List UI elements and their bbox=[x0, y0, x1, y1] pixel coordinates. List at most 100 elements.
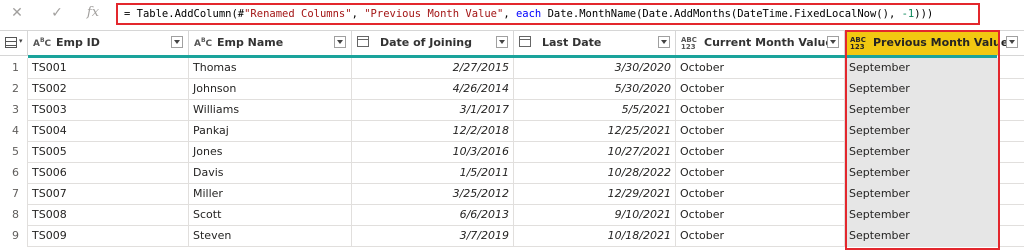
row-number[interactable]: 4 bbox=[0, 121, 28, 142]
column-header-emp-id[interactable]: ABC Emp ID bbox=[28, 31, 189, 55]
close-icon[interactable]: ✕ bbox=[8, 4, 26, 22]
cell-emp-id[interactable]: TS009 bbox=[28, 226, 189, 247]
cell-emp-id[interactable]: TS007 bbox=[28, 184, 189, 205]
formula-input[interactable]: = Table.AddColumn(#"Renamed Columns", "P… bbox=[116, 3, 980, 25]
cell-date-of-joining[interactable]: 3/7/2019 bbox=[352, 226, 514, 247]
cell-previous-month-value[interactable]: September bbox=[845, 121, 1000, 142]
any-type-icon[interactable]: ABC 123 bbox=[681, 37, 697, 51]
cell-emp-id[interactable]: TS003 bbox=[28, 100, 189, 121]
cell-emp-id[interactable]: TS002 bbox=[28, 79, 189, 100]
cell-last-date[interactable]: 10/27/2021 bbox=[514, 142, 676, 163]
cell-emp-name[interactable]: Thomas bbox=[189, 58, 352, 79]
table-row[interactable]: 5 TS005 Jones 10/3/2016 10/27/2021 October Sep… bbox=[0, 142, 1024, 163]
cell-emp-name[interactable]: Jones bbox=[189, 142, 352, 163]
cell-emp-id[interactable]: TS001 bbox=[28, 58, 189, 79]
row-number[interactable]: 6 bbox=[0, 163, 28, 184]
cell-date-of-joining[interactable]: 4/26/2014 bbox=[352, 79, 514, 100]
cell-emp-name[interactable]: Pankaj bbox=[189, 121, 352, 142]
column-header-emp-name[interactable]: ABC Emp Name bbox=[189, 31, 352, 55]
column-header-current-month-value[interactable]: ABC 123 Current Month Value bbox=[676, 31, 845, 55]
cell-last-date[interactable]: 12/25/2021 bbox=[514, 121, 676, 142]
cell-emp-id[interactable]: TS004 bbox=[28, 121, 189, 142]
date-type-icon[interactable] bbox=[357, 36, 369, 50]
cell-previous-month-value[interactable]: September bbox=[845, 226, 1000, 247]
cell-emp-name[interactable]: Steven bbox=[189, 226, 352, 247]
row-number[interactable]: 5 bbox=[0, 142, 28, 163]
cell-date-of-joining[interactable]: 3/1/2017 bbox=[352, 100, 514, 121]
cell-date-of-joining[interactable]: 6/6/2013 bbox=[352, 205, 514, 226]
cell-last-date[interactable]: 10/28/2022 bbox=[514, 163, 676, 184]
cell-emp-name[interactable]: Williams bbox=[189, 100, 352, 121]
row-number[interactable]: 7 bbox=[0, 184, 28, 205]
cell-last-date[interactable]: 5/5/2021 bbox=[514, 100, 676, 121]
cell-date-of-joining[interactable]: 1/5/2011 bbox=[352, 163, 514, 184]
cell-current-month-value[interactable]: October bbox=[676, 58, 845, 79]
cell-emp-id[interactable]: TS008 bbox=[28, 205, 189, 226]
column-header-last-date[interactable]: Last Date bbox=[514, 31, 676, 55]
check-icon[interactable]: ✓ bbox=[48, 4, 66, 22]
any-type-icon[interactable]: ABC 123 bbox=[850, 37, 866, 51]
filter-dropdown-button[interactable] bbox=[334, 36, 346, 48]
cell-previous-month-value[interactable]: September bbox=[845, 58, 1000, 79]
table-row[interactable]: 2 TS002 Johnson 4/26/2014 5/30/2020 October Se… bbox=[0, 79, 1024, 100]
cell-last-date[interactable]: 5/30/2020 bbox=[514, 79, 676, 100]
cell-emp-id[interactable]: TS006 bbox=[28, 163, 189, 184]
cell-date-of-joining[interactable]: 3/25/2012 bbox=[352, 184, 514, 205]
cell-current-month-value[interactable]: October bbox=[676, 184, 845, 205]
column-header-row: ▾ ABC Emp ID ABC Emp Name Date of Joinin… bbox=[0, 30, 1024, 56]
cell-current-month-value[interactable]: October bbox=[676, 100, 845, 121]
table-row[interactable]: 3 TS003 Williams 3/1/2017 5/5/2021 October Sep… bbox=[0, 100, 1024, 121]
row-number[interactable]: 2 bbox=[0, 79, 28, 100]
chevron-down-icon: ▾ bbox=[19, 37, 23, 45]
cell-date-of-joining[interactable]: 10/3/2016 bbox=[352, 142, 514, 163]
cell-previous-month-value[interactable]: September bbox=[845, 79, 1000, 100]
cell-current-month-value[interactable]: October bbox=[676, 163, 845, 184]
row-number[interactable]: 3 bbox=[0, 100, 28, 121]
text-type-icon[interactable]: ABC bbox=[33, 36, 51, 49]
row-number[interactable]: 1 bbox=[0, 58, 28, 79]
cell-current-month-value[interactable]: October bbox=[676, 142, 845, 163]
text-type-icon[interactable]: ABC bbox=[194, 36, 212, 49]
cell-current-month-value[interactable]: October bbox=[676, 79, 845, 100]
table-row[interactable]: 1 TS001 Thomas 2/27/2015 3/30/2020 October Sep… bbox=[0, 58, 1024, 79]
cell-previous-month-value[interactable]: September bbox=[845, 142, 1000, 163]
cell-previous-month-value[interactable]: September bbox=[845, 100, 1000, 121]
table-row[interactable]: 9 TS009 Steven 3/7/2019 10/18/2021 October Sep… bbox=[0, 226, 1024, 247]
cell-emp-name[interactable]: Scott bbox=[189, 205, 352, 226]
cell-emp-name[interactable]: Miller bbox=[189, 184, 352, 205]
cell-last-date[interactable]: 10/18/2021 bbox=[514, 226, 676, 247]
cell-emp-name[interactable]: Davis bbox=[189, 163, 352, 184]
table-row[interactable]: 8 TS008 Scott 6/6/2013 9/10/2021 October Septe… bbox=[0, 205, 1024, 226]
filter-dropdown-button[interactable] bbox=[658, 36, 670, 48]
filter-dropdown-button[interactable] bbox=[171, 36, 183, 48]
cell-last-date[interactable]: 9/10/2021 bbox=[514, 205, 676, 226]
row-number[interactable]: 8 bbox=[0, 205, 28, 226]
filter-dropdown-button[interactable] bbox=[827, 36, 839, 48]
cell-date-of-joining[interactable]: 12/2/2018 bbox=[352, 121, 514, 142]
date-type-icon[interactable] bbox=[519, 36, 531, 50]
row-number[interactable]: 9 bbox=[0, 226, 28, 247]
cell-previous-month-value[interactable]: September bbox=[845, 163, 1000, 184]
filter-dropdown-area[interactable] bbox=[1000, 31, 1024, 55]
cell-previous-month-value[interactable]: September bbox=[845, 205, 1000, 226]
fx-icon[interactable]: fx bbox=[84, 4, 102, 22]
filter-dropdown-button[interactable] bbox=[496, 36, 508, 48]
filter-dropdown-button[interactable] bbox=[1006, 36, 1018, 48]
column-header-date-of-joining[interactable]: Date of Joining bbox=[352, 31, 514, 55]
table-row[interactable]: 6 TS006 Davis 1/5/2011 10/28/2022 October Sept… bbox=[0, 163, 1024, 184]
cell-current-month-value[interactable]: October bbox=[676, 205, 845, 226]
column-header-previous-month-value[interactable]: ABC 123 Previous Month Value bbox=[845, 31, 1008, 55]
cell-emp-name[interactable]: Johnson bbox=[189, 79, 352, 100]
table-row[interactable]: 4 TS004 Pankaj 12/2/2018 12/25/2021 October Se… bbox=[0, 121, 1024, 142]
cell-last-date[interactable]: 12/29/2021 bbox=[514, 184, 676, 205]
cell-last-date[interactable]: 3/30/2020 bbox=[514, 58, 676, 79]
table-icon bbox=[5, 37, 17, 51]
cell-current-month-value[interactable]: October bbox=[676, 121, 845, 142]
formula-bar: ✕ ✓ fx = Table.AddColumn(#"Renamed Colum… bbox=[0, 0, 1024, 28]
table-menu-button[interactable]: ▾ bbox=[0, 31, 28, 55]
table-row[interactable]: 7 TS007 Miller 3/25/2012 12/29/2021 October Se… bbox=[0, 184, 1024, 205]
cell-previous-month-value[interactable]: September bbox=[845, 184, 1000, 205]
cell-current-month-value[interactable]: October bbox=[676, 226, 845, 247]
cell-date-of-joining[interactable]: 2/27/2015 bbox=[352, 58, 514, 79]
cell-emp-id[interactable]: TS005 bbox=[28, 142, 189, 163]
